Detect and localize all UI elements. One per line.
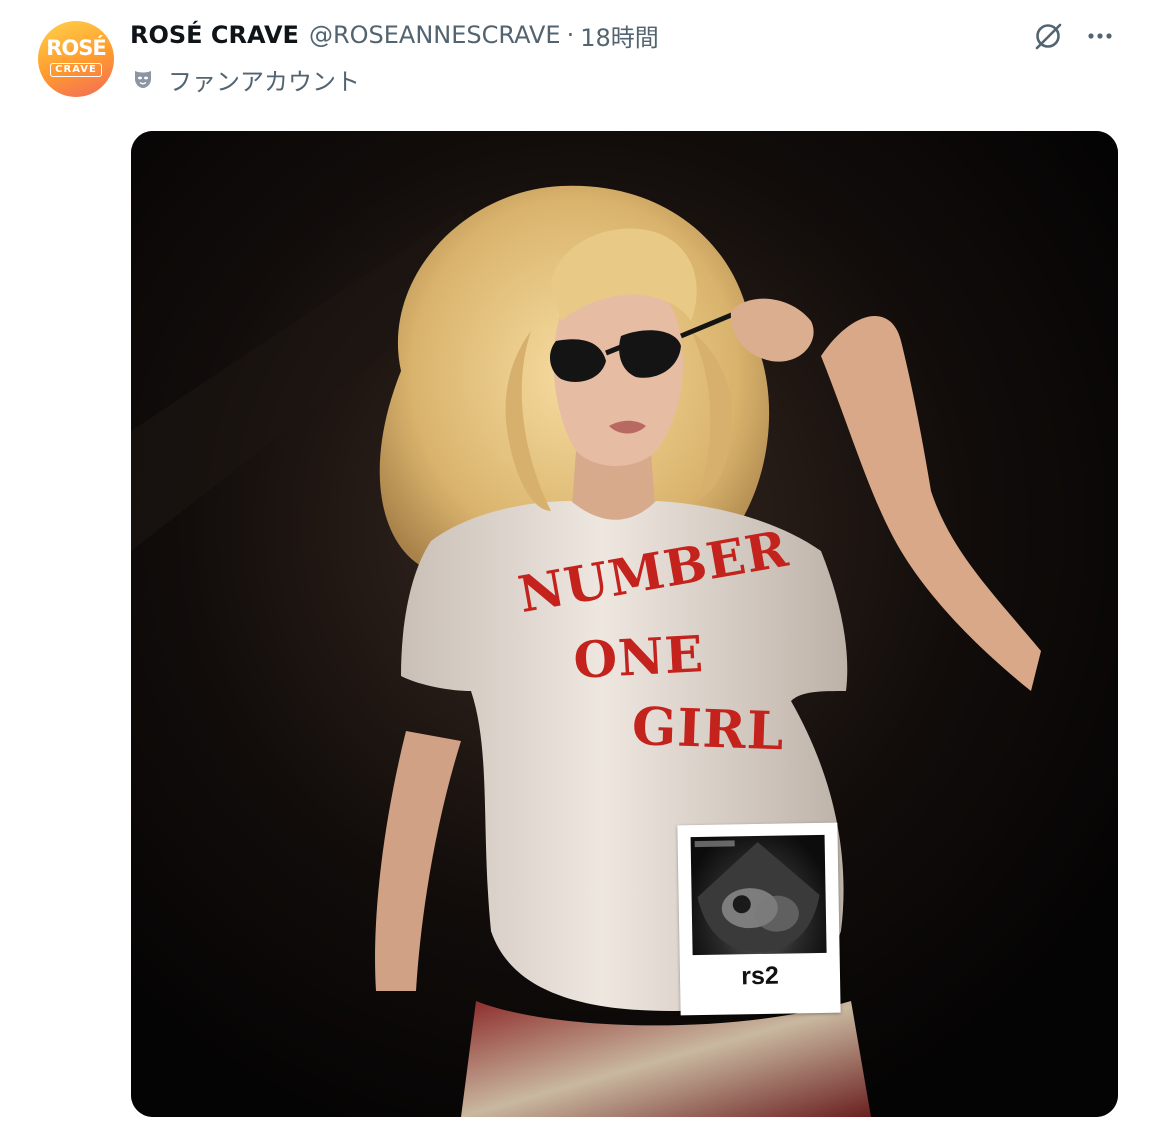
avatar-logo: ROSÉ CRAVE <box>38 38 114 77</box>
avatar-logo-line1: ROSÉ <box>46 36 107 60</box>
ultrasound-scan-image <box>690 834 827 956</box>
user-handle[interactable]: @ROSEANNESCRAVE <box>309 21 561 49</box>
more-icon[interactable] <box>1082 18 1118 54</box>
post-image[interactable]: NUMBER ONE GIRL rs2 <box>131 131 1118 1117</box>
grok-icon[interactable] <box>1030 18 1066 54</box>
sticker-label: rs2 <box>740 961 780 991</box>
avatar-logo-line2: CRAVE <box>50 63 102 77</box>
separator-dot: · <box>566 21 575 49</box>
affiliation-row: ファンアカウント <box>130 62 360 96</box>
post: ROSÉ CRAVE ROSÉ CRAVE @ROSEANNESCRAVE · … <box>0 0 1170 1127</box>
display-name[interactable]: ROSÉ CRAVE <box>130 21 299 49</box>
ultrasound-sticker: rs2 <box>677 822 841 1016</box>
shirt-text-line2: ONE <box>572 624 706 690</box>
avatar[interactable]: ROSÉ CRAVE <box>38 21 114 97</box>
photo-illustration <box>131 131 1118 1117</box>
post-timestamp[interactable]: 18時間 <box>580 18 659 53</box>
affiliation-label[interactable]: ファンアカウント <box>168 62 360 97</box>
post-header: ROSÉ CRAVE @ROSEANNESCRAVE · 18時間 <box>130 18 659 52</box>
shirt-text-line3: GIRL <box>630 696 786 763</box>
mask-icon <box>130 66 156 92</box>
